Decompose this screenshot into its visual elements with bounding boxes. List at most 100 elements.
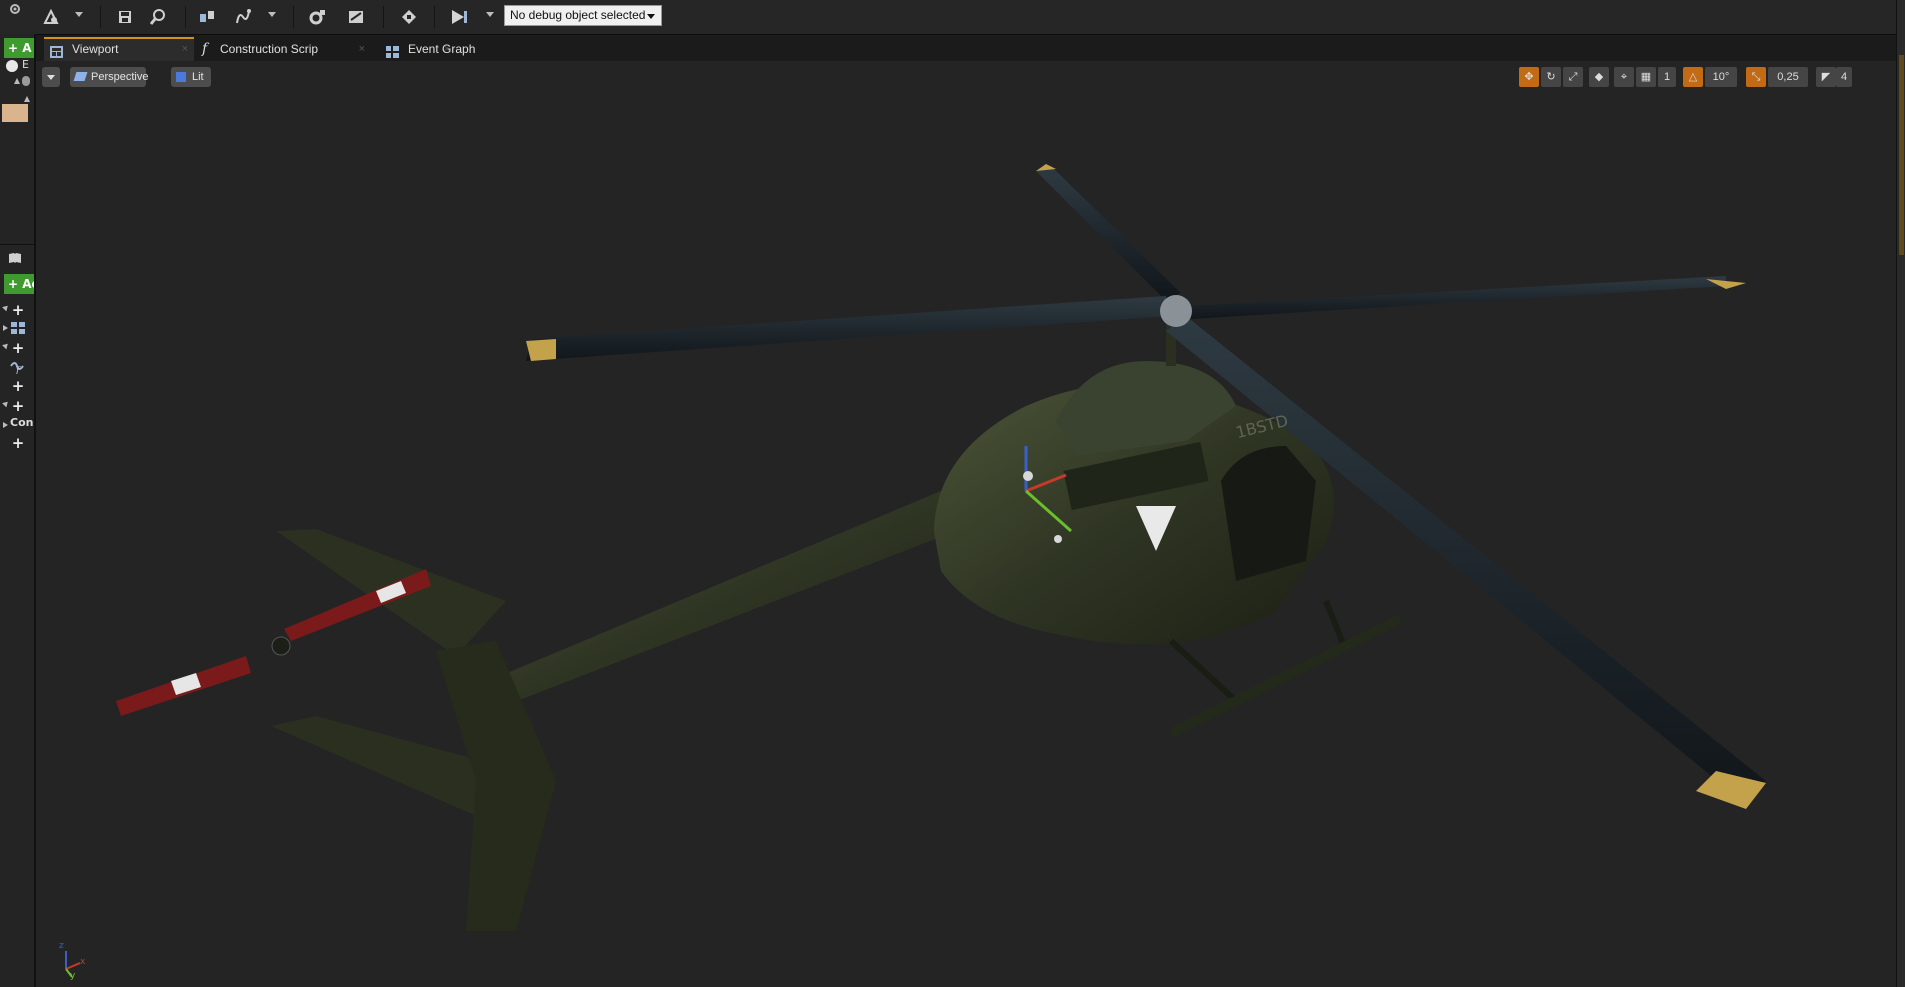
debug-object-label: No debug object selected [510, 8, 646, 22]
function-icon: f [9, 360, 25, 376]
rotor-hub [1160, 295, 1192, 327]
scrollbar-thumb[interactable] [1899, 55, 1904, 255]
expand-arrow-icon[interactable] [3, 422, 8, 428]
perspective-icon [73, 72, 88, 81]
play-icon[interactable] [446, 5, 472, 29]
rotate-mode-icon[interactable]: ↻ [1541, 67, 1561, 87]
add-graph-icon[interactable]: + [11, 303, 25, 318]
simulation-dropdown-icon[interactable] [268, 12, 276, 17]
toolbar-separator [185, 6, 186, 28]
axis-y-label: y [70, 971, 76, 981]
close-tab-icon[interactable]: × [182, 39, 188, 60]
axis-x-label: x [80, 957, 86, 967]
chevron-down-icon [647, 14, 655, 19]
world-axis-indicator: z x y [54, 941, 94, 981]
tail-rotor-hub [271, 636, 291, 656]
scene-root-icon [6, 60, 18, 72]
skid-strut [1168, 638, 1239, 704]
perspective-label: Perspective [91, 71, 149, 83]
tail-boom [476, 491, 961, 711]
scale-snap-icon[interactable]: ⤡ [1746, 67, 1766, 87]
components-panel: + A E + Ac + + f + + Con + [0, 34, 36, 987]
compile-icon[interactable] [305, 5, 331, 29]
main-rotor-blade [526, 296, 1171, 361]
tab-viewport-label: Viewport [72, 42, 119, 56]
collapse-arrow-icon[interactable] [2, 341, 10, 350]
perspective-button[interactable]: Perspective [70, 67, 149, 87]
main-rotor-blade [1036, 166, 1181, 301]
my-blueprint-book-icon[interactable] [8, 252, 22, 264]
function-tab-icon: f [202, 41, 208, 57]
expand-arrow-icon[interactable] [24, 96, 30, 102]
simulation-icon[interactable] [230, 5, 256, 29]
editor-tab-bar: Viewport × f Construction Scrip × Event … [36, 35, 1896, 61]
viewport-icon [50, 44, 63, 58]
camera-speed-icon[interactable]: ◤ [1816, 67, 1836, 87]
grid-snap-value[interactable]: 1 [1658, 67, 1676, 87]
add-event-dispatcher-icon[interactable]: + [11, 436, 25, 451]
view-mode-icon [176, 72, 186, 82]
lit-button[interactable]: Lit [171, 67, 211, 87]
svg-text:f: f [15, 366, 21, 374]
settings-gear-icon[interactable] [2, 0, 28, 18]
play-dropdown-icon[interactable] [486, 12, 494, 17]
tab-viewport[interactable]: Viewport × [44, 37, 194, 61]
collapse-arrow-icon[interactable] [2, 399, 10, 408]
expand-arrow-icon[interactable] [14, 78, 20, 84]
scale-snap-value[interactable]: 0,25 [1768, 67, 1808, 87]
mesh-component-icon [22, 76, 30, 86]
add-macro-icon[interactable]: + [11, 379, 25, 394]
search-blueprint-icon[interactable] [396, 5, 422, 29]
class-settings-dropdown-icon[interactable] [75, 12, 83, 17]
class-settings-icon[interactable] [38, 5, 64, 29]
helicopter-scene[interactable]: 1BSTD [36, 61, 1896, 987]
rotation-snap-value[interactable]: 10° [1705, 67, 1737, 87]
chevron-down-icon [47, 75, 55, 80]
lit-label: Lit [192, 71, 204, 83]
add-new-button[interactable]: + Ac [4, 274, 34, 294]
scale-mode-icon[interactable]: ⤢ [1563, 67, 1583, 87]
expand-arrow-icon[interactable] [3, 325, 8, 331]
camera-speed-value[interactable]: 4 [1836, 67, 1852, 87]
toolbar-separator [383, 6, 384, 28]
viewport-canvas[interactable]: 1BSTD Perspective Lit ✥ ↻ ⤢ ◆ ⌖ ▦ 1 △ 10… [36, 61, 1896, 987]
toolbar-separator [293, 6, 294, 28]
gizmo-handle[interactable] [1054, 535, 1062, 543]
axis-z-label: z [59, 941, 64, 951]
components-category-label: Con [10, 416, 34, 429]
save-icon[interactable] [112, 5, 138, 29]
class-defaults-icon[interactable] [194, 5, 220, 29]
add-variable-icon[interactable]: + [11, 399, 25, 414]
rotation-snap-icon[interactable]: △ [1683, 67, 1703, 87]
collapse-arrow-icon[interactable] [2, 303, 10, 312]
event-graph-tab-icon [386, 42, 399, 58]
surface-snap-icon[interactable]: ⌖ [1614, 67, 1634, 87]
panel-divider [0, 244, 34, 245]
tab-construction-script[interactable]: f Construction Scrip × [196, 37, 371, 61]
toolbar-separator [434, 6, 435, 28]
cabin-door [1221, 446, 1316, 581]
gizmo-pivot[interactable] [1023, 471, 1033, 481]
event-graph-icon [11, 322, 25, 334]
thumbnail-swatch [2, 104, 28, 122]
tab-construction-script-label: Construction Scrip [220, 42, 319, 56]
tab-event-graph[interactable]: Event Graph × [346, 37, 526, 61]
details-panel-edge[interactable] [1896, 0, 1905, 987]
scene-root-label: E [22, 58, 29, 71]
main-rotor-blade [1186, 276, 1726, 319]
grid-snap-icon[interactable]: ▦ [1636, 67, 1656, 87]
close-tab-icon[interactable]: × [444, 37, 450, 61]
tab-event-graph-label: Event Graph [408, 42, 476, 56]
tail-rotor-stripe [171, 673, 201, 695]
add-component-button[interactable]: + A [4, 38, 34, 58]
viewport-options-dropdown[interactable] [42, 67, 60, 87]
add-function-icon[interactable]: + [11, 341, 25, 356]
diff-icon[interactable] [343, 5, 369, 29]
world-local-toggle-icon[interactable]: ◆ [1589, 67, 1609, 87]
translate-mode-icon[interactable]: ✥ [1519, 67, 1539, 87]
find-in-content-browser-icon[interactable] [145, 5, 171, 29]
main-toolbar: No debug object selected [0, 0, 1905, 35]
toolbar-separator [100, 6, 101, 28]
blade-tip [526, 339, 556, 361]
debug-object-select[interactable]: No debug object selected [504, 5, 662, 26]
